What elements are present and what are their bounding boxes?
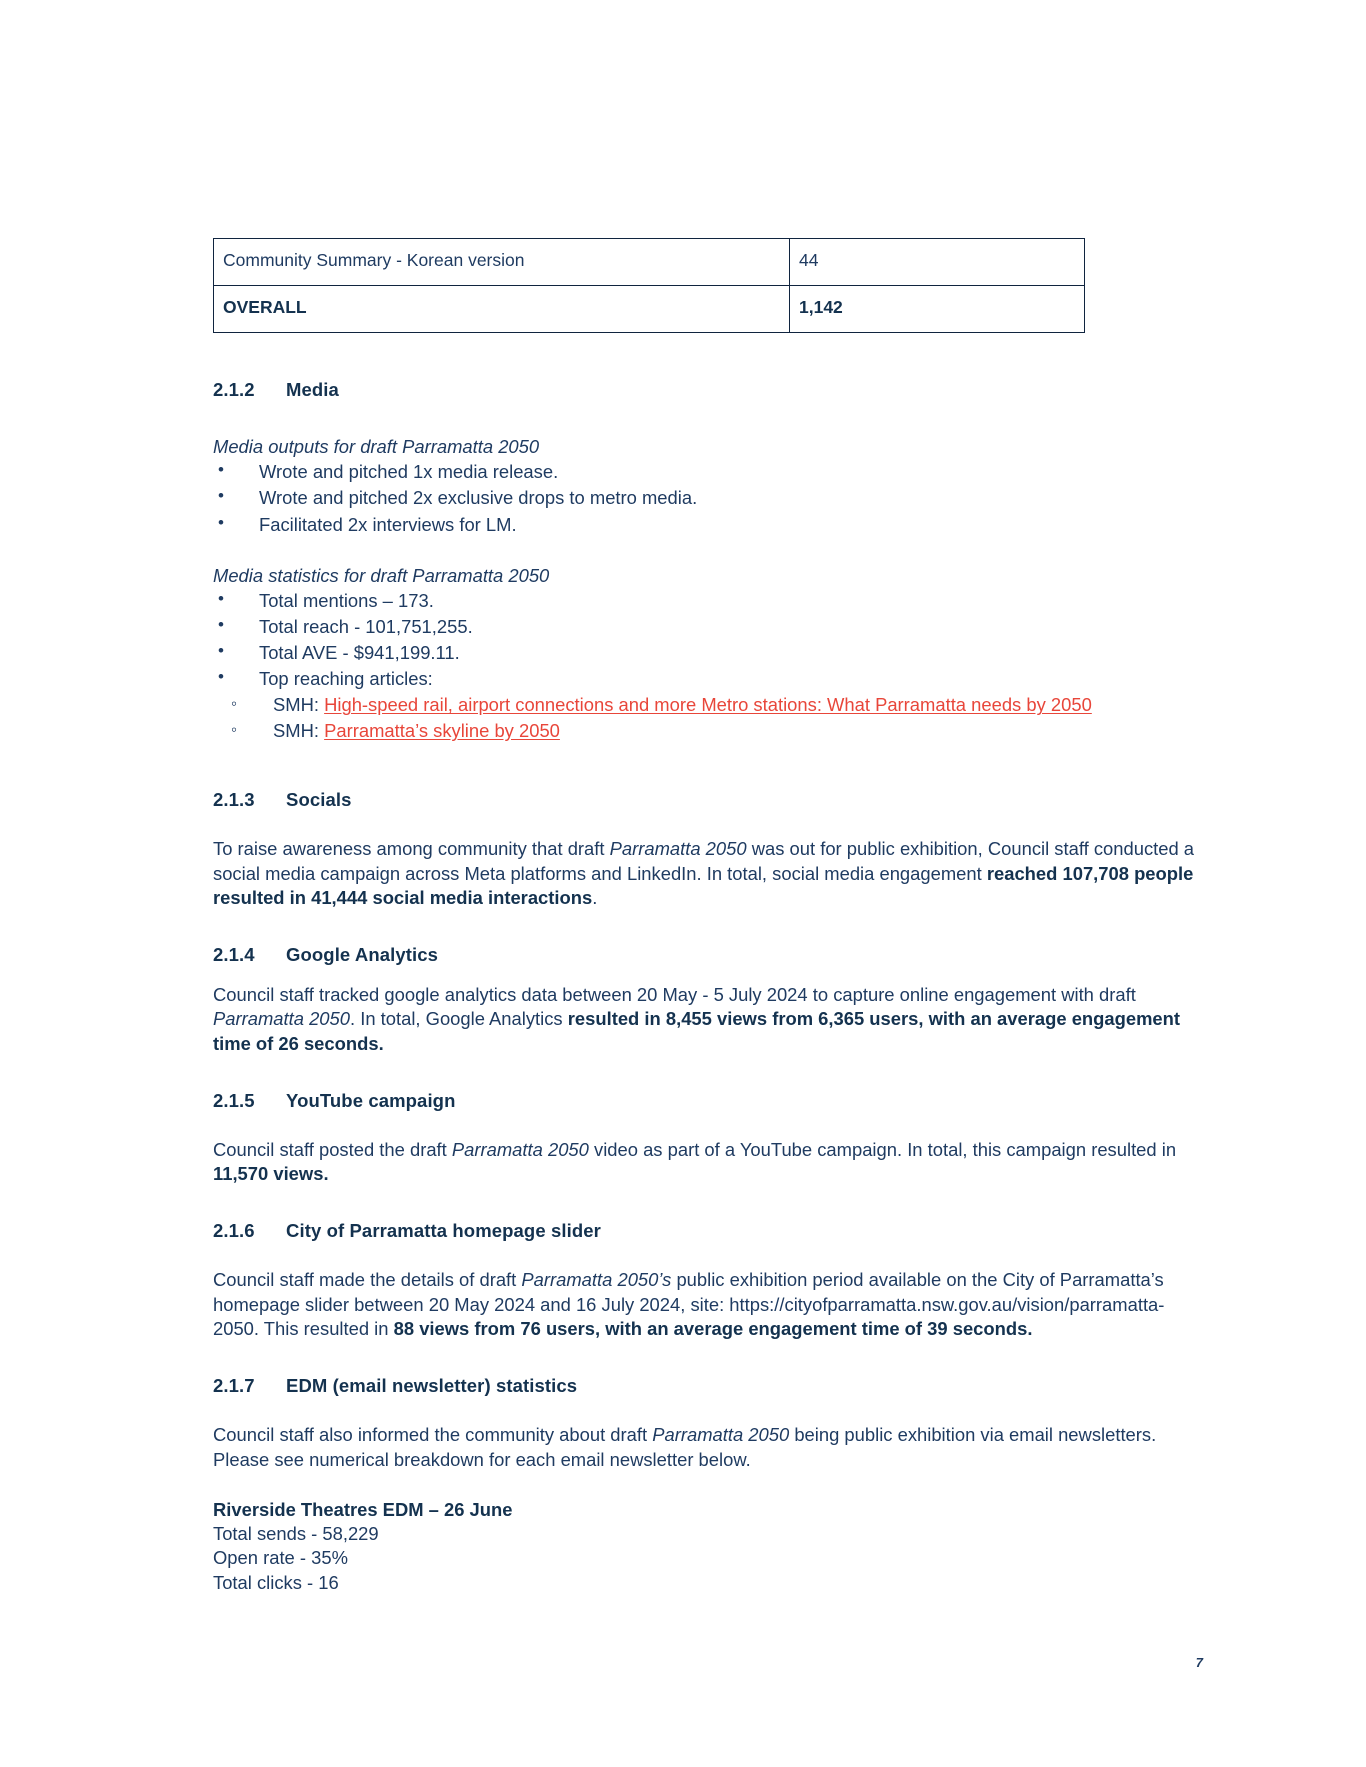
google-analytics-paragraph: Council staff tracked google analytics d… <box>213 983 1203 1056</box>
document-page: Community Summary - Korean version 44 OV… <box>0 0 1366 1767</box>
heading-title: Socials <box>286 789 352 811</box>
heading-socials: 2.1.3 Socials <box>213 789 1203 811</box>
ga-text-2: . In total, Google Analytics <box>350 1008 568 1030</box>
heading-title: EDM (email newsletter) statistics <box>286 1375 578 1397</box>
page-content: Community Summary - Korean version 44 OV… <box>213 238 1203 1595</box>
heading-number: 2.1.3 <box>213 789 255 811</box>
media-outputs-list: Wrote and pitched 1x media release. Wrot… <box>213 458 1203 538</box>
hs-italic-1: Parramatta 2050’s <box>521 1269 672 1291</box>
heading-homepage-slider: 2.1.6 City of Parramatta homepage slider <box>213 1220 1203 1242</box>
edm-italic-1: Parramatta 2050 <box>652 1424 790 1446</box>
heading-title: Google Analytics <box>286 944 439 966</box>
socials-italic-1: Parramatta 2050 <box>609 838 747 860</box>
page-number: 7 <box>1195 1655 1203 1670</box>
heading-edm-statistics: 2.1.7 EDM (email newsletter) statistics <box>213 1375 1203 1397</box>
list-item-article: SMH: High-speed rail, airport connection… <box>224 692 1203 717</box>
media-stats-list: Total mentions – 173. Total reach - 101,… <box>213 587 1203 693</box>
yt-bold: 11,570 views. <box>213 1163 329 1185</box>
list-item: Facilitated 2x interviews for LM. <box>213 511 1203 538</box>
table-row: Community Summary - Korean version 44 <box>213 238 1085 286</box>
heading-title: Media <box>286 379 339 400</box>
yt-text-1: Council staff posted the draft <box>213 1138 452 1160</box>
list-item: Total mentions – 173. <box>213 587 1203 614</box>
media-stats-heading: Media statistics for draft Parramatta 20… <box>213 564 550 586</box>
article-link[interactable]: Parramatta’s skyline by 2050 <box>324 720 560 741</box>
ga-italic-1: Parramatta 2050 <box>213 1008 350 1030</box>
edm-text-1: Council staff also informed the communit… <box>213 1424 653 1446</box>
article-source: SMH: <box>273 694 319 716</box>
heading-number: 2.1.5 <box>213 1089 255 1111</box>
heading-google-analytics: 2.1.4 Google Analytics <box>213 944 1203 966</box>
hs-bold: 88 views from 76 users, with an average … <box>393 1318 1033 1340</box>
article-source: SMH: <box>273 719 319 741</box>
hs-text-1: Council staff made the details of draft <box>213 1269 522 1291</box>
edm-newsletter-line: Open rate - 35% <box>213 1547 348 1569</box>
edm-newsletter-line: Total sends - 58,229 <box>213 1523 379 1545</box>
socials-paragraph: To raise awareness among community that … <box>213 837 1203 910</box>
heading-number: 2.1.2 <box>213 379 255 400</box>
heading-youtube-campaign: 2.1.5 YouTube campaign <box>213 1090 1203 1112</box>
yt-text-2: video as part of a YouTube campaign. In … <box>588 1138 1177 1160</box>
submissions-table: Community Summary - Korean version 44 OV… <box>213 238 1085 333</box>
socials-text-1: To raise awareness among community that … <box>213 838 610 860</box>
heading-number: 2.1.7 <box>213 1375 255 1397</box>
edm-newsletter-title: Riverside Theatres EDM – 26 June <box>213 1498 513 1520</box>
heading-number: 2.1.6 <box>213 1220 255 1242</box>
heading-title: City of Parramatta homepage slider <box>286 1220 601 1242</box>
table-cell-value: 44 <box>789 238 1085 286</box>
list-item: Total reach - 101,751,255. <box>213 613 1203 640</box>
top-articles-list: SMH: High-speed rail, airport connection… <box>213 692 1203 743</box>
ga-text-1: Council staff tracked google analytics d… <box>213 984 1136 1006</box>
heading-media: 2.1.2 Media <box>213 379 1203 401</box>
article-link[interactable]: High-speed rail, airport connections and… <box>324 694 1092 715</box>
edm-newsletter-block: Riverside Theatres EDM – 26 June Total s… <box>213 1498 1203 1595</box>
socials-text-3: . <box>592 886 598 908</box>
list-item: Wrote and pitched 2x exclusive drops to … <box>213 484 1203 511</box>
table-cell-label: Community Summary - Korean version <box>213 238 790 286</box>
list-item: Wrote and pitched 1x media release. <box>213 458 1203 485</box>
table-cell-label: OVERALL <box>213 285 790 333</box>
table-cell-value: 1,142 <box>789 285 1085 333</box>
media-outputs-heading: Media outputs for draft Parramatta 2050 <box>213 436 540 457</box>
edm-paragraph: Council staff also informed the communit… <box>213 1423 1203 1472</box>
list-item: Total AVE - $941,199.11. <box>213 639 1203 666</box>
list-item-article: SMH: Parramatta’s skyline by 2050 <box>224 718 1203 743</box>
list-item: Top reaching articles: <box>213 665 1203 692</box>
edm-newsletter-line: Total clicks - 16 <box>213 1571 339 1593</box>
heading-title: YouTube campaign <box>286 1089 456 1111</box>
yt-italic-1: Parramatta 2050 <box>451 1138 589 1160</box>
homepage-slider-paragraph: Council staff made the details of draft … <box>213 1268 1203 1341</box>
table-row-total: OVERALL 1,142 <box>213 285 1085 333</box>
heading-number: 2.1.4 <box>213 944 255 966</box>
youtube-paragraph: Council staff posted the draft Parramatt… <box>213 1138 1203 1187</box>
